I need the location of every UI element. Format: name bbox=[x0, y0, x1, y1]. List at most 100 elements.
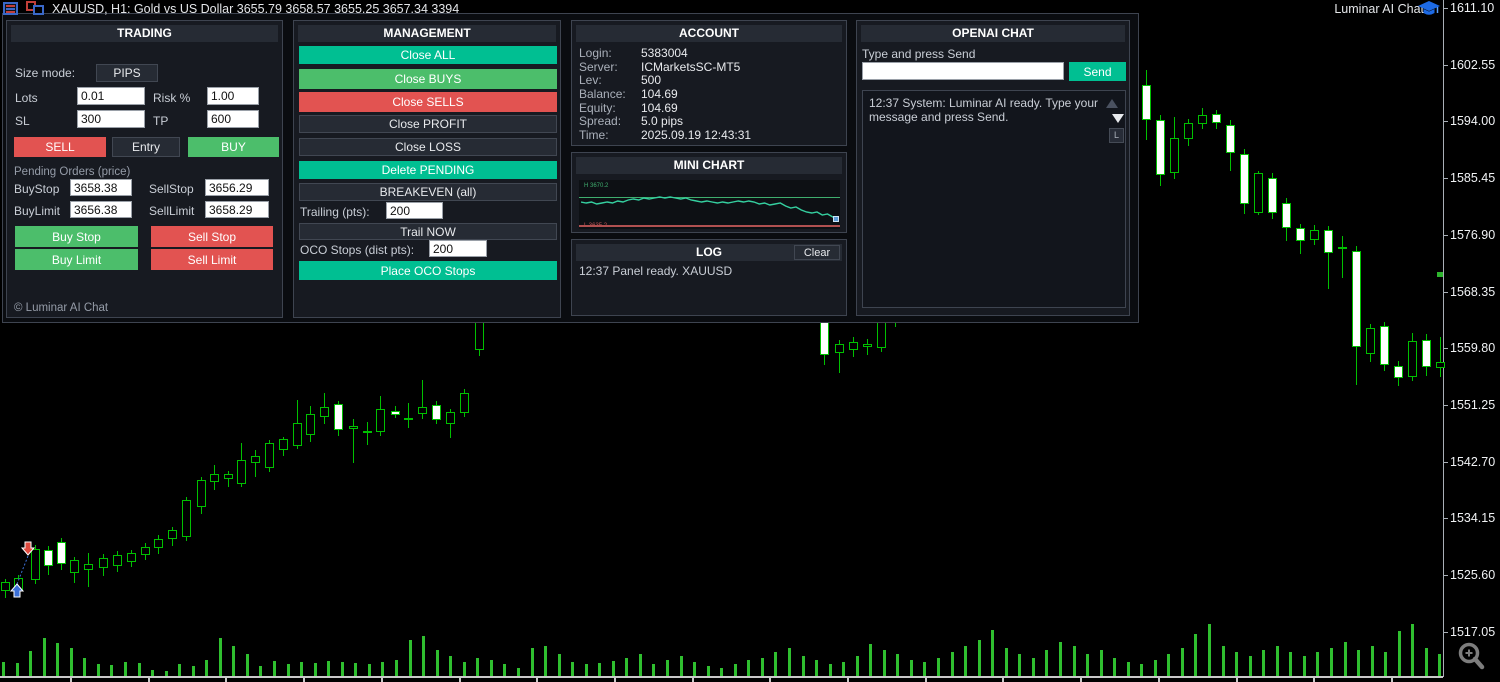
oco-stops-input[interactable] bbox=[429, 240, 487, 257]
chat-input[interactable] bbox=[862, 62, 1064, 80]
account-row-value: 5383004 bbox=[641, 46, 688, 60]
price-axis-label: 1542.70 bbox=[1450, 455, 1495, 469]
log-clear-button[interactable]: Clear bbox=[794, 245, 840, 260]
account-row: Server:ICMarketsSC-MT5 bbox=[579, 60, 840, 74]
candle-body bbox=[306, 414, 315, 435]
trail-now-button[interactable]: Trail NOW bbox=[299, 223, 557, 240]
zoom-icon[interactable] bbox=[1457, 641, 1487, 673]
candle-body bbox=[1296, 228, 1305, 241]
close-buys-button[interactable]: Close BUYS bbox=[299, 69, 557, 89]
volume-bar bbox=[83, 658, 86, 676]
mini-chart-area[interactable]: H 3670.2 L 3635.2 bbox=[579, 180, 840, 229]
delete-pending-button[interactable]: Delete PENDING bbox=[299, 161, 557, 179]
size-mode-label: Size mode: bbox=[15, 66, 75, 80]
tp-input[interactable] bbox=[207, 110, 259, 128]
sell-limit-button[interactable]: Sell Limit bbox=[151, 249, 273, 270]
time-axis-tick bbox=[381, 678, 383, 682]
volume-bar bbox=[1073, 646, 1076, 676]
sl-input[interactable] bbox=[77, 110, 145, 128]
volume-bar bbox=[1398, 631, 1401, 676]
log-panel: LOG Clear 12:37 Panel ready. XAUUSD bbox=[571, 239, 847, 316]
send-button[interactable]: Send bbox=[1069, 62, 1126, 81]
breakeven-button[interactable]: BREAKEVEN (all) bbox=[299, 183, 557, 201]
volume-bar bbox=[1032, 658, 1035, 676]
volume-bar bbox=[707, 666, 710, 676]
volume-bar bbox=[273, 661, 276, 676]
close-profit-button[interactable]: Close PROFIT bbox=[299, 115, 557, 133]
close-all-button[interactable]: Close ALL bbox=[299, 46, 557, 64]
volume-bar bbox=[259, 666, 262, 676]
time-axis-tick bbox=[1391, 678, 1393, 682]
indicator-list-icon[interactable] bbox=[3, 2, 18, 15]
trade-markers bbox=[0, 530, 70, 620]
volume-bar bbox=[354, 663, 357, 676]
buy-button[interactable]: BUY bbox=[188, 137, 279, 157]
volume-bar bbox=[29, 651, 32, 676]
volume-bar bbox=[571, 662, 574, 676]
candle-body bbox=[141, 547, 150, 556]
entry-button[interactable]: Entry bbox=[112, 137, 180, 157]
time-axis-tick bbox=[1313, 678, 1315, 682]
account-row: Spread:5.0 pips bbox=[579, 114, 840, 128]
risk-input[interactable] bbox=[207, 87, 259, 105]
volume-bar bbox=[436, 650, 439, 676]
selllimit-input[interactable] bbox=[205, 201, 269, 218]
volume-bar bbox=[1276, 646, 1279, 676]
time-axis-tick bbox=[303, 678, 305, 682]
volume-bar bbox=[625, 658, 628, 676]
candle-body bbox=[237, 460, 246, 484]
corner-l-button[interactable]: L bbox=[1109, 128, 1124, 143]
scroll-up-icon[interactable] bbox=[1106, 99, 1118, 108]
account-row-label: Equity: bbox=[579, 101, 641, 115]
place-oco-button[interactable]: Place OCO Stops bbox=[299, 261, 557, 280]
volume-bar bbox=[205, 660, 208, 676]
buy-limit-button[interactable]: Buy Limit bbox=[15, 249, 138, 270]
volume-bar bbox=[1330, 648, 1333, 676]
trailing-label: Trailing (pts): bbox=[300, 205, 370, 219]
candle-body bbox=[334, 404, 343, 430]
candle-body bbox=[265, 443, 274, 468]
time-axis-tick bbox=[148, 678, 150, 682]
sellstop-input[interactable] bbox=[205, 179, 269, 196]
trailing-input[interactable] bbox=[386, 202, 443, 219]
scroll-down-icon[interactable] bbox=[1112, 114, 1124, 123]
close-sells-button[interactable]: Close SELLS bbox=[299, 92, 557, 112]
volume-bar bbox=[1384, 652, 1387, 676]
chat-message-area[interactable]: 12:37 System: Luminar AI ready. Type you… bbox=[862, 90, 1126, 308]
buylimit-input[interactable] bbox=[70, 201, 132, 218]
candle-body bbox=[863, 344, 872, 347]
buy-stop-button[interactable]: Buy Stop bbox=[15, 226, 138, 247]
volume-bar bbox=[341, 662, 344, 676]
volume-bar bbox=[314, 663, 317, 676]
candle-body bbox=[197, 480, 206, 507]
volume-bar bbox=[503, 664, 506, 676]
candle-wick bbox=[1440, 337, 1441, 378]
volume-bar bbox=[300, 662, 303, 676]
volume-bar bbox=[910, 660, 913, 676]
charts-windows-icon[interactable] bbox=[26, 1, 46, 16]
buystop-input[interactable] bbox=[70, 179, 132, 196]
volume-bar bbox=[720, 668, 723, 676]
mt5-window: 1611.101602.551594.001585.451576.901568.… bbox=[0, 0, 1500, 682]
candle-wick bbox=[408, 403, 409, 429]
candle-body bbox=[391, 411, 400, 416]
pending-orders-header: Pending Orders (price) bbox=[14, 166, 130, 178]
volume-bar bbox=[734, 664, 737, 676]
sell-stop-button[interactable]: Sell Stop bbox=[151, 226, 273, 247]
volume-bar bbox=[287, 664, 290, 676]
volume-bar bbox=[70, 648, 73, 676]
sell-button[interactable]: SELL bbox=[14, 137, 106, 157]
volume-bar bbox=[1100, 650, 1103, 676]
size-mode-toggle[interactable]: PIPS bbox=[96, 64, 158, 82]
volume-bar bbox=[1289, 652, 1292, 676]
volume-bar bbox=[232, 646, 235, 676]
volume-bar bbox=[1316, 652, 1319, 676]
close-loss-button[interactable]: Close LOSS bbox=[299, 138, 557, 156]
candle-body bbox=[1254, 173, 1263, 213]
candle-body bbox=[1338, 247, 1347, 249]
price-axis-label: 1525.60 bbox=[1450, 568, 1495, 582]
lots-input[interactable] bbox=[77, 87, 145, 105]
risk-label: Risk % bbox=[153, 91, 190, 105]
candle-body bbox=[1184, 123, 1193, 138]
volume-bar bbox=[56, 643, 59, 676]
